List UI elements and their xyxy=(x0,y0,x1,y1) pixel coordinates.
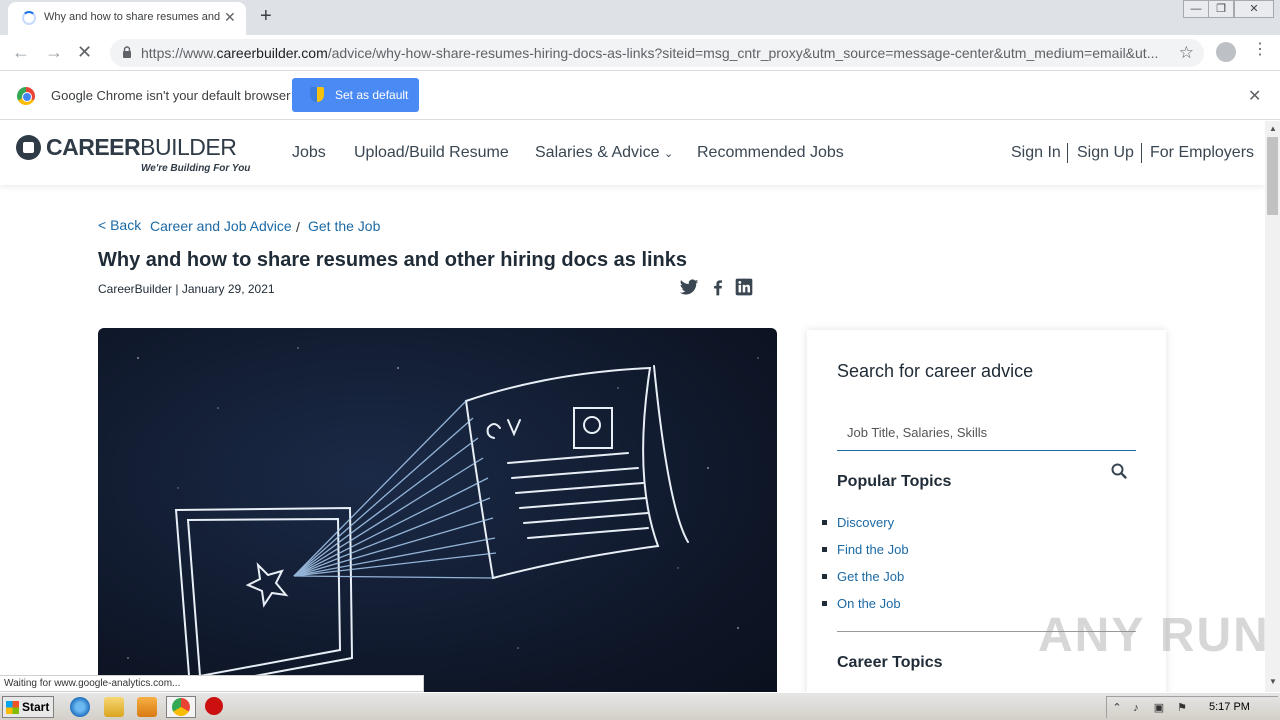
topic-get-the-job[interactable]: Get the Job xyxy=(817,569,909,596)
nav-divider xyxy=(1067,143,1068,163)
set-as-default-label: Set as default xyxy=(335,88,409,102)
nav-upload-resume[interactable]: Upload/Build Resume xyxy=(354,144,509,162)
scroll-up-icon[interactable]: ▲ xyxy=(1269,124,1277,133)
facebook-icon[interactable] xyxy=(708,277,728,297)
opera-icon[interactable] xyxy=(205,697,223,715)
chrome-icon xyxy=(172,698,190,716)
nav-divider xyxy=(1141,143,1142,163)
search-advice-heading: Search for career advice xyxy=(837,361,1034,381)
action-center-flag-icon[interactable]: ⚑ xyxy=(1175,701,1189,715)
scroll-thumb[interactable] xyxy=(1267,137,1278,215)
logo-tagline: We're Building For You xyxy=(141,163,251,174)
sign-up-link[interactable]: Sign Up xyxy=(1077,144,1134,162)
forward-arrow-icon[interactable]: → xyxy=(45,42,63,62)
page-scrollbar[interactable]: ▲ ▼ xyxy=(1265,121,1280,692)
tab-close-icon[interactable]: ✕ xyxy=(224,9,236,25)
chrome-taskbar-button[interactable] xyxy=(166,696,196,718)
browser-tab[interactable]: Why and how to share resumes and ✕ xyxy=(8,2,246,35)
careerbuilder-logo[interactable]: CAREERBUILDER We're Building For You xyxy=(16,134,250,178)
shield-icon xyxy=(310,87,324,102)
web-page: CAREERBUILDER We're Building For You Job… xyxy=(0,121,1265,692)
topic-discovery[interactable]: Discovery xyxy=(817,515,909,542)
default-browser-infobar: Google Chrome isn't your default browser… xyxy=(0,72,1280,120)
tab-strip: Why and how to share resumes and ✕ + — ❐… xyxy=(0,0,1280,35)
logo-mark-icon xyxy=(16,135,41,160)
twitter-icon[interactable] xyxy=(679,277,699,297)
windows-taskbar: Start ⌃ ♪ ▣ ⚑ 5:17 PM xyxy=(0,692,1280,720)
breadcrumb-get-the-job[interactable]: Get the Job xyxy=(308,218,380,234)
anyrun-watermark: ANY RUN xyxy=(1038,609,1265,662)
infobar-close-icon[interactable]: ✕ xyxy=(1248,86,1261,106)
lock-icon xyxy=(123,46,131,58)
breadcrumb-career-advice[interactable]: Career and Job Advice xyxy=(150,218,292,234)
breadcrumb-separator: / xyxy=(296,219,300,235)
logo-wordmark: CAREERBUILDER xyxy=(46,134,237,160)
stop-loading-icon[interactable]: ✕ xyxy=(77,42,92,62)
media-player-icon[interactable] xyxy=(137,697,157,717)
tab-title: Why and how to share resumes and xyxy=(44,11,220,23)
bookmark-star-icon[interactable]: ☆ xyxy=(1179,43,1194,63)
minimize-icon[interactable]: — xyxy=(1183,0,1209,18)
popular-topics-list: Discovery Find the Job Get the Job On th… xyxy=(817,515,909,623)
chrome-logo-icon xyxy=(17,87,35,105)
tray-expand-icon[interactable]: ⌃ xyxy=(1110,701,1124,715)
windows-logo-icon xyxy=(6,701,19,714)
browser-status-bar: Waiting for www.google-analytics.com... xyxy=(0,675,424,692)
start-button[interactable]: Start xyxy=(2,696,54,718)
advice-search-input[interactable] xyxy=(837,415,1136,451)
system-tray: ⌃ ♪ ▣ ⚑ 5:17 PM xyxy=(1106,696,1278,718)
nav-jobs[interactable]: Jobs xyxy=(292,144,326,162)
back-link[interactable]: < Back xyxy=(98,217,141,233)
nav-recommended-jobs[interactable]: Recommended Jobs xyxy=(697,144,844,162)
chrome-menu-icon[interactable]: ⋮ xyxy=(1252,41,1268,59)
new-tab-button[interactable]: + xyxy=(260,5,272,27)
topic-on-the-job[interactable]: On the Job xyxy=(817,596,909,623)
article-byline: CareerBuilder | January 29, 2021 xyxy=(98,282,275,296)
window-close-icon[interactable]: ✕ xyxy=(1234,0,1274,18)
infobar-message: Google Chrome isn't your default browser xyxy=(51,88,291,103)
career-topics-heading: Career Topics xyxy=(837,654,943,671)
set-as-default-button[interactable]: Set as default xyxy=(292,78,419,112)
url-text: https://www.careerbuilder.com/advice/why… xyxy=(141,45,1159,61)
internet-explorer-icon[interactable] xyxy=(70,697,90,717)
nav-salaries-advice[interactable]: Salaries & Advice ⌄ xyxy=(535,144,673,162)
linkedin-icon[interactable] xyxy=(734,277,754,297)
site-header: CAREERBUILDER We're Building For You Job… xyxy=(0,121,1265,185)
volume-icon[interactable]: ♪ xyxy=(1129,701,1143,715)
sign-in-link[interactable]: Sign In xyxy=(1011,144,1061,162)
profile-avatar-icon[interactable] xyxy=(1216,42,1236,62)
topic-find-the-job[interactable]: Find the Job xyxy=(817,542,909,569)
back-arrow-icon[interactable]: ← xyxy=(12,42,30,62)
restore-icon[interactable]: ❐ xyxy=(1208,0,1234,18)
loading-spinner-icon xyxy=(22,11,36,25)
laptop-cv-illustration xyxy=(127,347,759,692)
article-title: Why and how to share resumes and other h… xyxy=(98,249,688,271)
clock[interactable]: 5:17 PM xyxy=(1209,701,1250,713)
search-icon[interactable] xyxy=(1110,462,1128,480)
article-hero-image xyxy=(98,328,777,692)
address-bar[interactable]: https://www.careerbuilder.com/advice/why… xyxy=(110,39,1204,67)
browser-toolbar: ← → ✕ https://www.careerbuilder.com/advi… xyxy=(0,35,1280,71)
for-employers-link[interactable]: For Employers xyxy=(1150,144,1254,162)
chevron-down-icon: ⌄ xyxy=(663,148,674,160)
scroll-down-icon[interactable]: ▼ xyxy=(1269,677,1277,686)
popular-topics-heading: Popular Topics xyxy=(837,473,952,490)
network-icon[interactable]: ▣ xyxy=(1152,701,1166,715)
folder-icon[interactable] xyxy=(104,697,124,717)
